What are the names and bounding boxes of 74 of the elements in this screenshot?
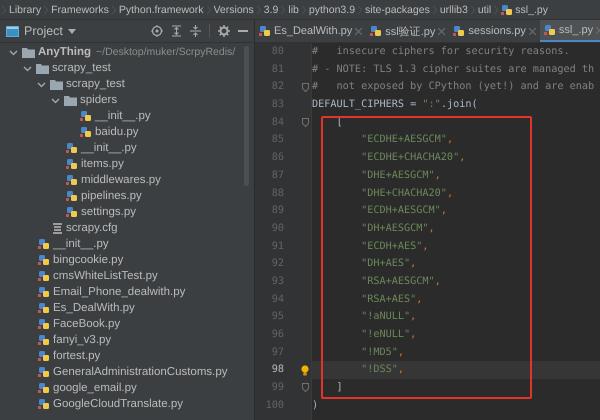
python-file-icon [370,25,382,37]
python-file-icon [259,25,271,37]
panel-icon [6,26,19,36]
python-file-icon [38,398,50,410]
folder-icon [22,46,35,58]
python-file-icon [66,190,78,202]
tree-item[interactable]: fanyi_v3.py [0,332,254,348]
tree-item[interactable]: AnyThing ~/Desktop/muker/ScrpyRedis/ [0,44,254,60]
tree-item[interactable]: scrapy_test [0,76,254,92]
tree-item[interactable]: Es_DealWith.py [0,300,254,316]
fold-marker-icon[interactable] [302,118,309,128]
python-file-icon [38,334,50,346]
python-file-icon [38,286,50,298]
fold-marker-icon[interactable] [302,383,309,392]
python-file-icon [38,350,50,362]
settings-icon[interactable] [218,25,230,37]
tree-item[interactable]: __init__.py [0,108,254,124]
tree-item[interactable]: FaceBook.py [0,316,254,332]
tree-item[interactable]: GoogleCloudTranslate.py [0,396,254,412]
python-file-icon [80,126,92,138]
expand-all-icon[interactable] [171,25,182,37]
folder-icon [36,62,49,74]
tree-item[interactable]: GeneralAdministrationCustoms.py [0,364,254,380]
tree-item[interactable]: cmsWhiteListTest.py [0,268,254,284]
python-file-icon [66,174,78,186]
tree-item[interactable]: settings.py [0,204,254,220]
python-file-icon [38,238,50,250]
python-file-icon [501,4,514,16]
breadcrumb[interactable]: Python.framework [118,4,204,16]
breadcrumb[interactable]: ssl_.py [500,4,549,16]
tree-item[interactable]: baidu.py [0,124,254,140]
tree-item[interactable]: items.py [0,156,254,172]
breadcrumb[interactable]: urllib3 [438,4,469,16]
tree-item[interactable]: middlewares.py [0,172,254,188]
python-file-icon [66,158,78,170]
caret-icon [68,28,76,34]
tree-item[interactable]: scrapy_test [0,60,254,76]
editor-tab[interactable]: ssl_.py [540,20,600,42]
tree-item[interactable]: google_email.py [0,380,254,396]
breadcrumb[interactable]: site-packages [364,4,431,16]
tree-item[interactable]: __init__.py [0,140,254,156]
config-file-icon [52,222,63,234]
python-file-icon [38,318,50,330]
lightbulb-icon[interactable] [301,364,309,376]
python-file-icon [453,25,466,37]
breadcrumb[interactable]: python3.9 [308,4,356,16]
tree-item[interactable]: fortest.py [0,348,254,364]
tree-item[interactable]: pipelines.py [0,188,254,204]
python-file-icon [544,24,556,36]
python-file-icon [66,142,78,154]
collapse-all-icon[interactable] [190,25,201,37]
breadcrumb[interactable]: Frameworks [50,4,110,16]
python-file-icon [38,254,50,266]
breadcrumb[interactable]: Library [8,4,42,16]
python-file-icon [38,270,50,282]
breadcrumb[interactable]: lib [287,4,300,16]
python-file-icon [38,382,50,394]
folder-icon [50,78,63,90]
breadcrumb[interactable]: util [476,4,492,16]
tree-item[interactable]: __init__.py [0,236,254,252]
fold-marker-icon[interactable] [302,82,309,92]
tree-item[interactable]: spiders [0,92,254,108]
project-view-dropdown[interactable]: Project [6,24,76,38]
python-file-icon [38,302,50,314]
tree-item[interactable]: scrapy.cfg [0,220,254,236]
tree-item[interactable]: bingcookie.py [0,252,254,268]
breadcrumb[interactable]: 3.9 [262,4,280,16]
tree-item[interactable]: Email_Phone_dealwith.py [0,284,254,300]
breadcrumb[interactable]: Versions [212,4,255,16]
locate-icon[interactable] [151,25,163,37]
python-file-icon [66,206,78,218]
folder-icon [64,94,77,106]
python-file-icon [38,366,50,378]
python-file-icon [80,110,92,122]
